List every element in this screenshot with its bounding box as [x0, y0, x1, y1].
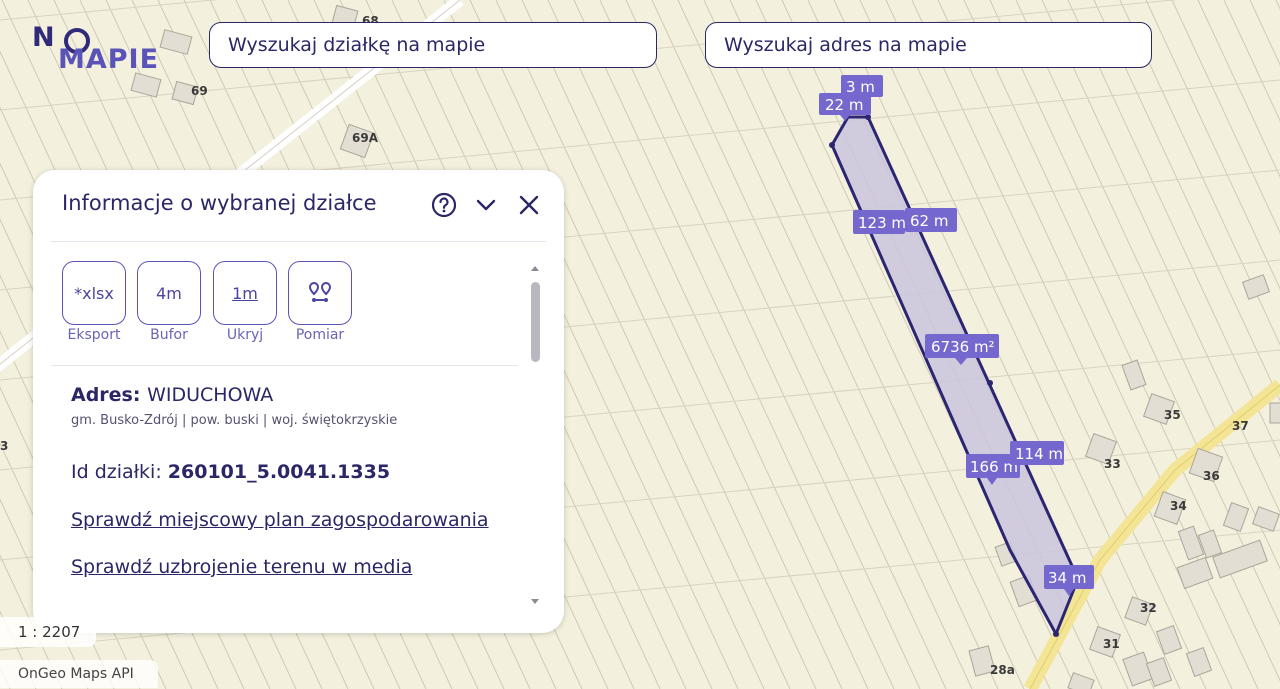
attribution-text: OnGeo Maps API [18, 666, 134, 682]
parcel-search-input[interactable]: Wyszukaj działkę na mapie [209, 22, 657, 68]
measure-button[interactable] [288, 261, 352, 325]
scale-text: 1 : 2207 [18, 623, 81, 641]
buffer-icon: 4m [156, 283, 182, 303]
house-number: 34 [1170, 499, 1187, 513]
address: Adres: WIDUCHOWA [71, 384, 273, 406]
house-number: 36 [1203, 469, 1220, 483]
address-value: WIDUCHOWA [147, 384, 274, 406]
house-number: 33 [1104, 457, 1121, 471]
address-label: Adres: [71, 384, 141, 406]
address-search-placeholder: Wyszukaj adres na mapie [724, 34, 967, 56]
admin-units: gm. Busko-Zdrój | pow. buski | woj. świę… [71, 413, 398, 428]
measurement-label: 62 m [905, 208, 957, 232]
logo-text: N [32, 22, 56, 53]
parcel-id-value: 260101_5.0041.1335 [167, 461, 391, 483]
house-number: 28a [990, 663, 1015, 677]
svg-text:6736 m²: 6736 m² [931, 338, 995, 356]
svg-text:123 m: 123 m [858, 214, 906, 232]
scale-indicator: 1 : 2207 [0, 617, 96, 647]
export-icon: *xlsx [74, 283, 114, 303]
house-number: 35 [1164, 408, 1181, 422]
house-number: 37 [1232, 419, 1249, 433]
logo[interactable]: N MAPIE [30, 22, 170, 78]
buffer-button[interactable]: 4m [137, 261, 201, 325]
svg-text:34 m: 34 m [1048, 569, 1086, 587]
divider [51, 365, 518, 366]
parcel-id-label: Id działki: [71, 461, 162, 483]
utilities-link[interactable]: Sprawdź uzbrojenie terenu w media [71, 556, 412, 578]
house-number: 3 [0, 439, 8, 453]
close-icon[interactable] [515, 191, 543, 219]
logo-text: MAPIE [58, 44, 160, 75]
ruler-icon: 1m [232, 283, 258, 303]
export-button[interactable]: *xlsx [62, 261, 126, 325]
svg-text:22 m: 22 m [825, 96, 863, 114]
scrollbar-thumb[interactable] [531, 282, 540, 362]
parcel-info-panel: Informacje o wybranej działce *xlsx 4m 1… [33, 170, 564, 633]
divider [51, 241, 546, 242]
svg-text:114 m: 114 m [1015, 445, 1063, 463]
buffer-label: Bufor [150, 327, 188, 343]
house-number: 69A [352, 131, 379, 145]
hide-label: Ukryj [226, 327, 264, 343]
hide-button[interactable]: 1m [213, 261, 277, 325]
zoning-plan-link[interactable]: Sprawdź miejscowy plan zagospodarowania [71, 509, 489, 531]
svg-text:62 m: 62 m [910, 212, 948, 230]
parcel-id: Id działki: 260101_5.0041.1335 [71, 461, 390, 483]
panel-title: Informacje o wybranej działce [62, 191, 377, 215]
measurement-label: 114 m [1010, 441, 1064, 465]
map-attribution: OnGeo Maps API [0, 660, 158, 688]
measurement-label: 123 m [853, 210, 906, 234]
measure-pins-icon [308, 281, 332, 302]
measure-label: Pomiar [295, 327, 345, 343]
house-number: 31 [1103, 637, 1120, 651]
house-number: 32 [1140, 601, 1157, 615]
address-search-input[interactable]: Wyszukaj adres na mapie [705, 22, 1152, 68]
house-number: 69 [191, 84, 208, 98]
help-icon[interactable] [430, 191, 458, 219]
parcel-search-placeholder: Wyszukaj działkę na mapie [228, 34, 486, 56]
chevron-down-icon[interactable] [472, 191, 500, 219]
export-label: Eksport [67, 327, 121, 343]
